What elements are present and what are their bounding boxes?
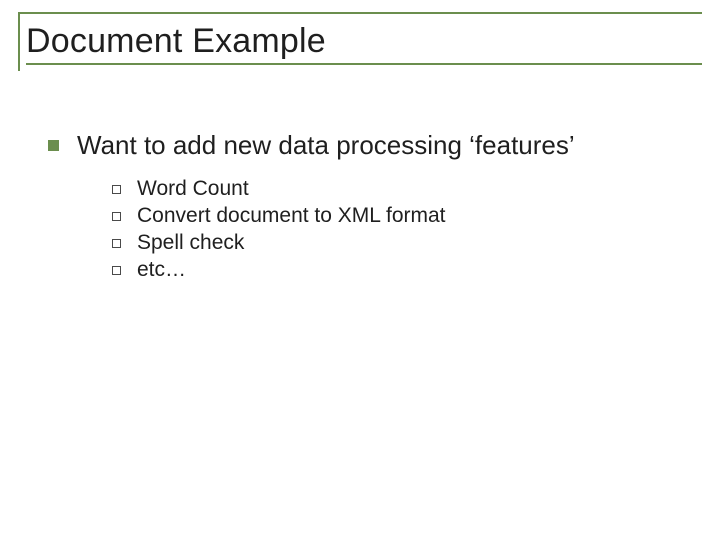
bullet-level2: Convert document to XML format (112, 204, 682, 228)
bullet-level1-text: Want to add new data processing ‘feature… (77, 130, 575, 161)
bullet-level2-text: Convert document to XML format (137, 204, 446, 228)
bullet-level2: etc… (112, 258, 682, 282)
slide-container: Document Example Want to add new data pr… (0, 0, 720, 540)
outline-square-bullet-icon (112, 266, 121, 275)
outline-square-bullet-icon (112, 185, 121, 194)
bullet-level2-text: etc… (137, 258, 186, 282)
title-frame: Document Example (18, 12, 702, 71)
bullet-level1: Want to add new data processing ‘feature… (48, 130, 682, 161)
title-underline: Document Example (26, 22, 702, 65)
bullet-level2-text: Word Count (137, 177, 249, 201)
square-bullet-icon (48, 140, 59, 151)
sub-bullet-list: Word Count Convert document to XML forma… (48, 177, 682, 282)
bullet-level2: Word Count (112, 177, 682, 201)
bullet-level2-text: Spell check (137, 231, 244, 255)
slide-content: Want to add new data processing ‘feature… (18, 75, 702, 282)
outline-square-bullet-icon (112, 212, 121, 221)
outline-square-bullet-icon (112, 239, 121, 248)
bullet-level2: Spell check (112, 231, 682, 255)
slide-title: Document Example (26, 22, 702, 61)
